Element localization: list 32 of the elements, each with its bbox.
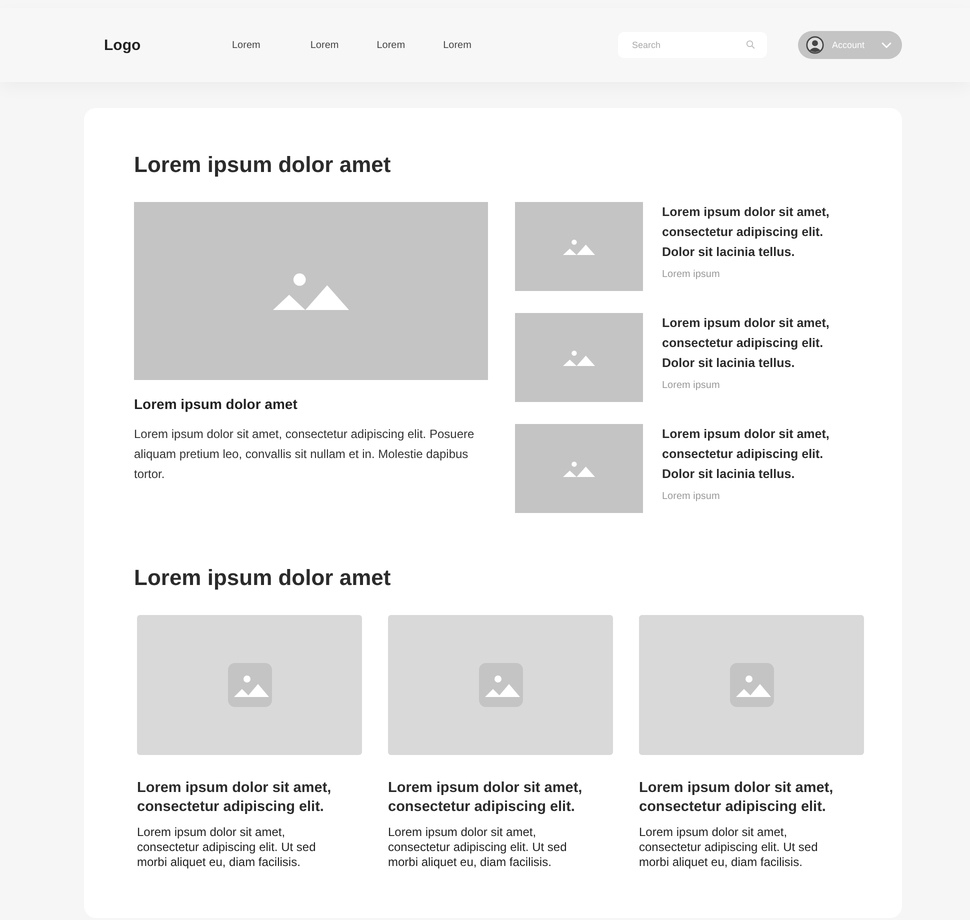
logo: Logo xyxy=(104,36,142,54)
nav-link[interactable]: Lorem xyxy=(376,40,406,50)
article-meta: Lorem ipsum xyxy=(662,380,721,391)
article-meta: Lorem ipsum xyxy=(662,491,721,502)
article-text: Lorem ipsum dolor sit amet, consectetur adipiscing elit. Posuere aliquam pretium leo, convallis sit nullam et in. Molestie dapibus tortor. xyxy=(134,426,476,483)
nav-link[interactable]: Lorem xyxy=(310,40,339,50)
section-heading: Lorem ipsum dolor amet xyxy=(134,152,392,178)
search-icon xyxy=(746,40,755,49)
user-avatar-icon xyxy=(806,36,824,54)
mountain-image-icon xyxy=(563,350,595,366)
mountain-image-icon xyxy=(273,272,349,310)
image-icon xyxy=(730,663,774,707)
article-meta: Lorem ipsum xyxy=(662,269,721,280)
image-icon xyxy=(228,663,272,707)
card-title: Lorem ipsum dolor sit amet, consectetur adipiscing elit. xyxy=(388,779,584,817)
article-title: Lorem ipsum dolor amet xyxy=(134,396,298,412)
nav-link[interactable]: Lorem xyxy=(443,40,472,50)
card-title: Lorem ipsum dolor sit amet, consectetur adipiscing elit. xyxy=(639,779,834,817)
card-text: Lorem ipsum dolor sit amet, consectetur adipiscing elit. Ut sed morbi aliquet eu, diam facilisis. xyxy=(639,825,819,870)
image-icon xyxy=(478,663,522,707)
mountain-image-icon xyxy=(563,238,595,254)
card-title: Lorem ipsum dolor sit amet, consectetur adipiscing elit. xyxy=(137,779,332,817)
card-text: Lorem ipsum dolor sit amet, consectetur adipiscing elit. Ut sed morbi aliquet eu, diam facilisis. xyxy=(388,825,568,870)
mountain-image-icon xyxy=(563,460,595,476)
section-heading: Lorem ipsum dolor amet xyxy=(134,565,392,591)
chevron-down-icon xyxy=(881,42,892,48)
article-title: Lorem ipsum dolor sit amet, consectetur adipiscing elit. Dolor sit lacinia tellus. xyxy=(662,426,830,483)
article-title: Lorem ipsum dolor sit amet, consectetur adipiscing elit. Dolor sit lacinia tellus. xyxy=(662,204,830,261)
card-text: Lorem ipsum dolor sit amet, consectetur adipiscing elit. Ut sed morbi aliquet eu, diam facilisis. xyxy=(137,825,317,870)
search-field[interactable]: Search xyxy=(618,32,767,58)
nav-link[interactable]: Lorem xyxy=(232,40,260,50)
article-title: Lorem ipsum dolor sit amet, consectetur adipiscing elit. Dolor sit lacinia tellus. xyxy=(662,315,830,372)
